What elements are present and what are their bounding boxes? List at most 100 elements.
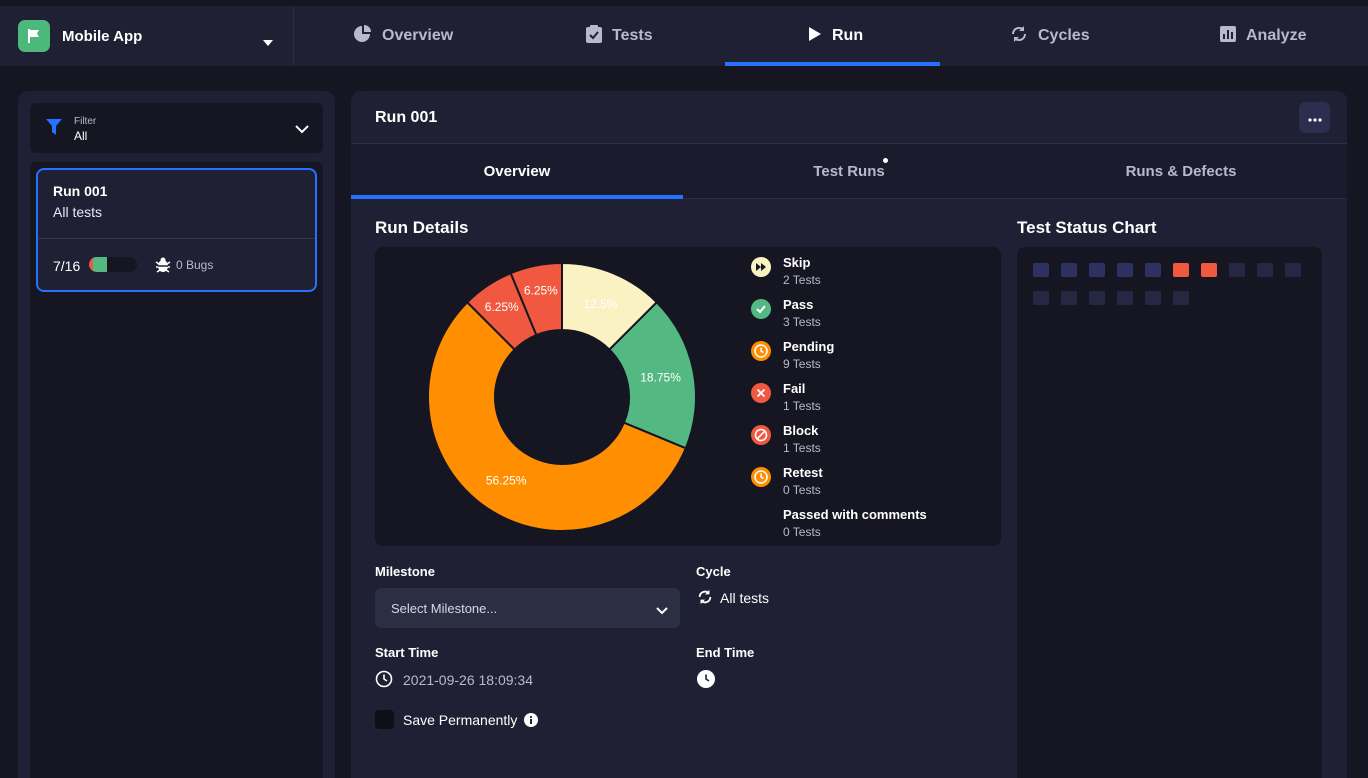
milestone-label: Milestone	[375, 564, 435, 579]
divider	[38, 238, 315, 239]
info-icon[interactable]	[524, 713, 538, 732]
donut-chart: 12.5% 18.75% 56.25% 6.25% 6.25%	[427, 261, 697, 532]
filter-value: All	[74, 129, 88, 143]
run-details-heading: Run Details	[375, 218, 469, 237]
run-progress-text: 7/16	[53, 258, 81, 274]
milestone-select[interactable]: Select Milestone...	[375, 588, 680, 628]
test-status-cell[interactable]	[1173, 291, 1189, 305]
run-title: Run 001	[53, 183, 108, 199]
filter-dropdown[interactable]: Filter All	[30, 103, 323, 153]
test-status-cell[interactable]	[1173, 263, 1189, 277]
more-options-button[interactable]	[1299, 102, 1330, 133]
legend-label: Retest	[783, 465, 823, 480]
legend-label: Fail	[783, 381, 806, 396]
retest-icon	[751, 467, 771, 487]
x-icon	[751, 383, 771, 403]
tab-label: Test Runs	[813, 162, 885, 180]
test-status-cell[interactable]	[1145, 263, 1161, 277]
nav-tests[interactable]: Tests	[586, 6, 653, 66]
test-status-cell[interactable]	[1061, 263, 1077, 277]
test-status-cell[interactable]	[1201, 263, 1217, 277]
runs-sidebar: Filter All Run 001 All tests 7/16 0 Bugs	[18, 91, 335, 778]
nav-overview[interactable]: Overview	[354, 6, 453, 66]
play-icon	[808, 26, 822, 47]
legend-count: 0 Tests	[783, 525, 821, 539]
legend-label: Pass	[783, 297, 814, 312]
tab-runs-defects[interactable]: Runs & Defects	[1015, 144, 1347, 198]
clipboard-check-icon	[586, 24, 602, 48]
end-time-label: End Time	[696, 645, 755, 660]
tab-test-runs[interactable]: Test Runs	[683, 144, 1015, 198]
donut-data-label: 12.5%	[583, 297, 617, 311]
legend-count: 3 Tests	[783, 315, 821, 329]
nav-run[interactable]: Run	[808, 6, 863, 66]
run-list: Run 001 All tests 7/16 0 Bugs	[30, 162, 323, 778]
test-status-cell[interactable]	[1145, 291, 1161, 305]
run-detail-title: Run 001	[375, 109, 438, 126]
legend-count: 0 Tests	[783, 483, 821, 497]
donut-data-label: 6.25%	[485, 300, 519, 314]
chevron-down-icon	[656, 602, 668, 620]
legend-label: Skip	[783, 255, 811, 270]
refresh-icon	[1010, 25, 1028, 48]
save-permanently-label: Save Permanently	[403, 712, 518, 728]
pie-chart-icon	[354, 24, 372, 48]
active-tab-indicator	[351, 195, 683, 199]
legend-label: Pending	[783, 339, 835, 354]
nav-label: Cycles	[1038, 27, 1090, 44]
bug-icon	[155, 257, 171, 278]
clock-icon	[751, 341, 771, 361]
project-name: Mobile App	[62, 27, 143, 45]
legend-count: 2 Tests	[783, 273, 821, 287]
chevron-down-icon	[295, 121, 309, 139]
run-detail-panel: Run 001 Overview Test Runs Runs & Defect…	[351, 91, 1347, 778]
test-status-cell[interactable]	[1285, 263, 1301, 277]
run-progress-bar	[89, 257, 137, 272]
test-status-cell[interactable]	[1089, 291, 1105, 305]
legend-count: 1 Tests	[783, 441, 821, 455]
legend-label: Block	[783, 423, 819, 438]
start-time-value: 2021-09-26 18:09:34	[403, 672, 533, 688]
run-card[interactable]: Run 001 All tests 7/16 0 Bugs	[36, 168, 317, 292]
test-status-cell[interactable]	[1033, 263, 1049, 277]
project-selector[interactable]: Mobile App	[0, 6, 294, 66]
nav-cycles[interactable]: Cycles	[1010, 6, 1090, 66]
main-nav: Overview Tests Run Cycles Analyze	[294, 6, 1368, 66]
clock-icon	[375, 670, 393, 693]
cycle-label: Cycle	[696, 564, 731, 579]
test-status-cell[interactable]	[1061, 291, 1077, 305]
test-status-cell[interactable]	[1089, 263, 1105, 277]
clock-icon	[697, 670, 715, 693]
save-permanently-checkbox[interactable]	[375, 710, 394, 729]
top-navigation-bar: Mobile App Overview Tests Run Cycles Ana…	[0, 0, 1368, 66]
progress-segment-pass	[93, 257, 107, 272]
tab-overview[interactable]: Overview	[351, 144, 683, 198]
test-status-cell[interactable]	[1117, 263, 1133, 277]
legend-count: 1 Tests	[783, 399, 821, 413]
test-status-cell[interactable]	[1033, 291, 1049, 305]
nav-analyze[interactable]: Analyze	[1220, 6, 1306, 66]
donut-data-label: 56.25%	[486, 474, 527, 488]
test-status-cell[interactable]	[1257, 263, 1273, 277]
nav-label: Tests	[612, 27, 653, 44]
legend-count: 9 Tests	[783, 357, 821, 371]
nav-label: Analyze	[1246, 27, 1307, 44]
test-status-cell[interactable]	[1229, 263, 1245, 277]
donut-data-label: 18.75%	[640, 370, 681, 384]
tab-label: Overview	[483, 162, 551, 180]
run-subtitle: All tests	[53, 204, 103, 220]
active-nav-indicator	[725, 62, 940, 66]
start-time-label: Start Time	[375, 645, 439, 660]
refresh-icon	[697, 589, 713, 610]
bar-chart-icon	[1220, 25, 1236, 47]
filter-icon	[46, 119, 62, 140]
caret-down-icon	[263, 33, 273, 51]
check-icon	[751, 299, 771, 319]
nav-label: Overview	[382, 27, 454, 44]
run-details-chart-box: 12.5% 18.75% 56.25% 6.25% 6.25% Skip 2 Tests P…	[375, 247, 1001, 546]
test-status-cell[interactable]	[1117, 291, 1133, 305]
bug-count: 0 Bugs	[176, 258, 214, 272]
donut-data-label: 6.25%	[524, 284, 558, 298]
block-icon	[751, 425, 771, 445]
test-status-chart-heading: Test Status Chart	[1017, 218, 1157, 237]
